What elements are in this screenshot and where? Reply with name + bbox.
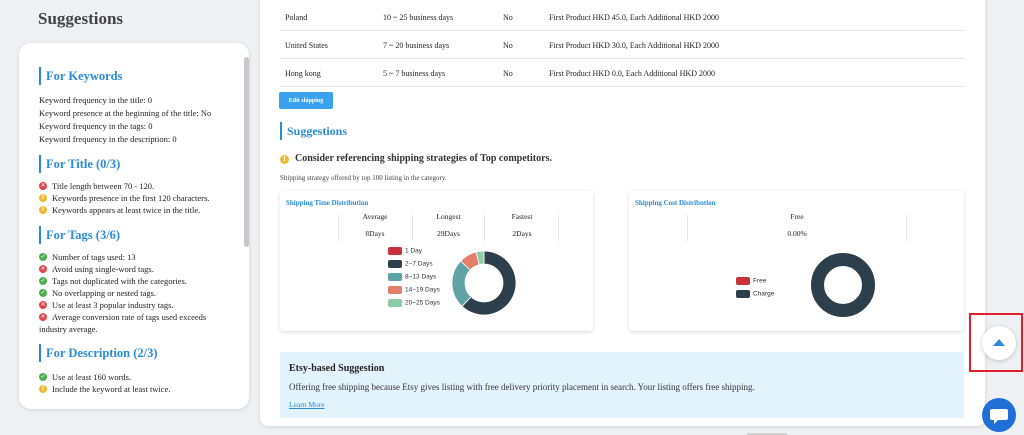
tags-heading: For Tags (3/6) <box>39 226 225 244</box>
error-icon: ✕ <box>39 313 47 321</box>
title-check-item: ! Keywords presence in the first 120 char… <box>39 192 225 204</box>
description-check-item: ✓ Use at least 160 words. <box>39 372 132 382</box>
shipping-cost-card: Shipping Cost Distribution Free 0.00% Fr… <box>629 191 964 331</box>
suggestions-panel: For Keywords Keyword frequency in the ti… <box>19 43 249 409</box>
stat-fastest: Fastest 2Days <box>511 212 533 238</box>
shipping-cost-donut <box>811 253 875 317</box>
arrow-up-icon <box>993 339 1005 346</box>
donut-slice-charge <box>811 253 875 317</box>
cost-cell: First Product HKD 45.0, Each Additional … <box>549 13 719 22</box>
legend-swatch <box>388 273 402 281</box>
cost-legend: Free Charge <box>736 277 774 303</box>
title-check-item: ✕ Title length between 70 - 120. <box>39 181 155 191</box>
shipping-time-title: Shipping Time Distribution <box>286 199 369 207</box>
legend-item[interactable]: 20~25 Days <box>388 299 440 312</box>
keyword-line: Keyword frequency in the tags: 0 <box>39 121 153 131</box>
shipping-cost-title: Shipping Cost Distribution <box>635 199 716 207</box>
legend-swatch <box>736 290 750 298</box>
legend-item[interactable]: 14~19 Days <box>388 286 440 299</box>
table-row: Hong kong 5 ~ 7 business days No First P… <box>280 59 965 87</box>
tags-check-item: ✕ Avoid using single-word tags. <box>39 264 154 274</box>
legend-item[interactable]: 8~13 Days <box>388 273 440 286</box>
learn-more-link[interactable]: Learn More <box>289 400 325 409</box>
free-cell: No <box>503 13 513 22</box>
free-cell: No <box>503 41 513 50</box>
suggestions-title: Suggestions <box>38 9 124 28</box>
consider-message: ! Consider referencing shipping strategie… <box>280 153 552 164</box>
legend-swatch <box>388 286 402 294</box>
scroll-to-top-button[interactable] <box>982 326 1016 360</box>
keyword-line: Keyword presence at the beginning of the… <box>39 108 212 118</box>
country-cell: United States <box>285 41 328 50</box>
table-row: United States 7 ~ 20 business days No Fi… <box>280 31 965 59</box>
keywords-heading: For Keywords <box>39 67 225 85</box>
error-icon: ✕ <box>39 265 47 273</box>
strategy-note: Shipping strategy offered by top 100 lis… <box>280 174 447 182</box>
days-cell: 5 ~ 7 business days <box>383 69 446 78</box>
cost-cell: First Product HKD 0.0, Each Additional H… <box>549 69 715 78</box>
check-icon: ✓ <box>39 289 47 297</box>
stat-divider <box>687 215 907 241</box>
cost-cell: First Product HKD 30.0, Each Additional … <box>549 41 719 50</box>
days-cell: 7 ~ 20 business days <box>383 41 450 50</box>
legend-swatch <box>388 247 402 255</box>
legend-swatch <box>388 260 402 268</box>
edit-shipping-button[interactable]: Edit shipping <box>279 92 333 109</box>
warning-icon: ! <box>39 206 47 214</box>
table-row: Poland 10 ~ 25 business days No First Pr… <box>280 3 965 31</box>
etsy-suggestion-title: Etsy-based Suggestion <box>289 363 385 374</box>
tags-check-item: ✕ Average conversion rate of tags used ex… <box>39 312 207 334</box>
tags-check-item: ✓ No overlapping or nested tags. <box>39 288 157 298</box>
check-icon: ✓ <box>39 253 47 261</box>
time-legend: 1 Day 2~7 Days 8~13 Days 14~19 Days 20~2… <box>388 247 440 312</box>
scrollbar[interactable] <box>244 57 249 397</box>
keyword-line: Keyword frequency in the title: 0 <box>39 95 153 105</box>
warning-icon: ! <box>39 194 47 202</box>
check-icon: ✓ <box>39 373 47 381</box>
legend-item[interactable]: 1 Day <box>388 247 440 260</box>
tags-check-item: ✓ Tags not duplicated with the categories… <box>39 276 187 286</box>
shipping-time-card: Shipping Time Distribution Average 8Days… <box>280 191 593 331</box>
chat-button[interactable] <box>982 398 1016 432</box>
error-icon: ✕ <box>39 301 47 309</box>
shipping-time-donut <box>451 250 517 316</box>
chat-icon <box>990 409 1008 424</box>
description-heading: For Description (2/3) <box>39 344 225 362</box>
free-cell: No <box>503 69 513 78</box>
legend-item[interactable]: Charge <box>736 290 774 303</box>
days-cell: 10 ~ 25 business days <box>383 13 454 22</box>
description-check-item: ! Include the keyword at least twice. <box>39 383 225 395</box>
error-icon: ✕ <box>39 182 47 190</box>
legend-swatch <box>736 277 750 285</box>
tags-check-item: ✕ Use at least 3 popular industry tags. <box>39 300 174 310</box>
keyword-line: Keyword frequency in the description: 0 <box>39 134 177 144</box>
warning-icon: ! <box>39 385 47 393</box>
warning-icon: ! <box>280 155 289 164</box>
check-icon: ✓ <box>39 277 47 285</box>
tags-check-item: ✓ Number of tags used: 13 <box>39 252 136 262</box>
title-check-item: ! Keywords appears at least twice in the … <box>39 204 225 216</box>
etsy-suggestion-text: Offering free shipping because Etsy give… <box>289 382 755 392</box>
suggestions-scroll-area[interactable]: For Keywords Keyword frequency in the ti… <box>39 64 225 409</box>
shipping-panel: Poland 10 ~ 25 business days No First Pr… <box>260 0 985 426</box>
scrollbar-thumb[interactable] <box>244 57 249 247</box>
etsy-suggestion-box: Etsy-based Suggestion Offering free ship… <box>280 352 964 418</box>
suggestions-heading: Suggestions <box>280 122 347 140</box>
title-heading: For Title (0/3) <box>39 155 225 173</box>
country-cell: Poland <box>285 13 308 22</box>
country-cell: Hong kong <box>285 69 321 78</box>
legend-item[interactable]: Free <box>736 277 774 290</box>
legend-swatch <box>388 299 402 307</box>
legend-item[interactable]: 2~7 Days <box>388 260 440 273</box>
